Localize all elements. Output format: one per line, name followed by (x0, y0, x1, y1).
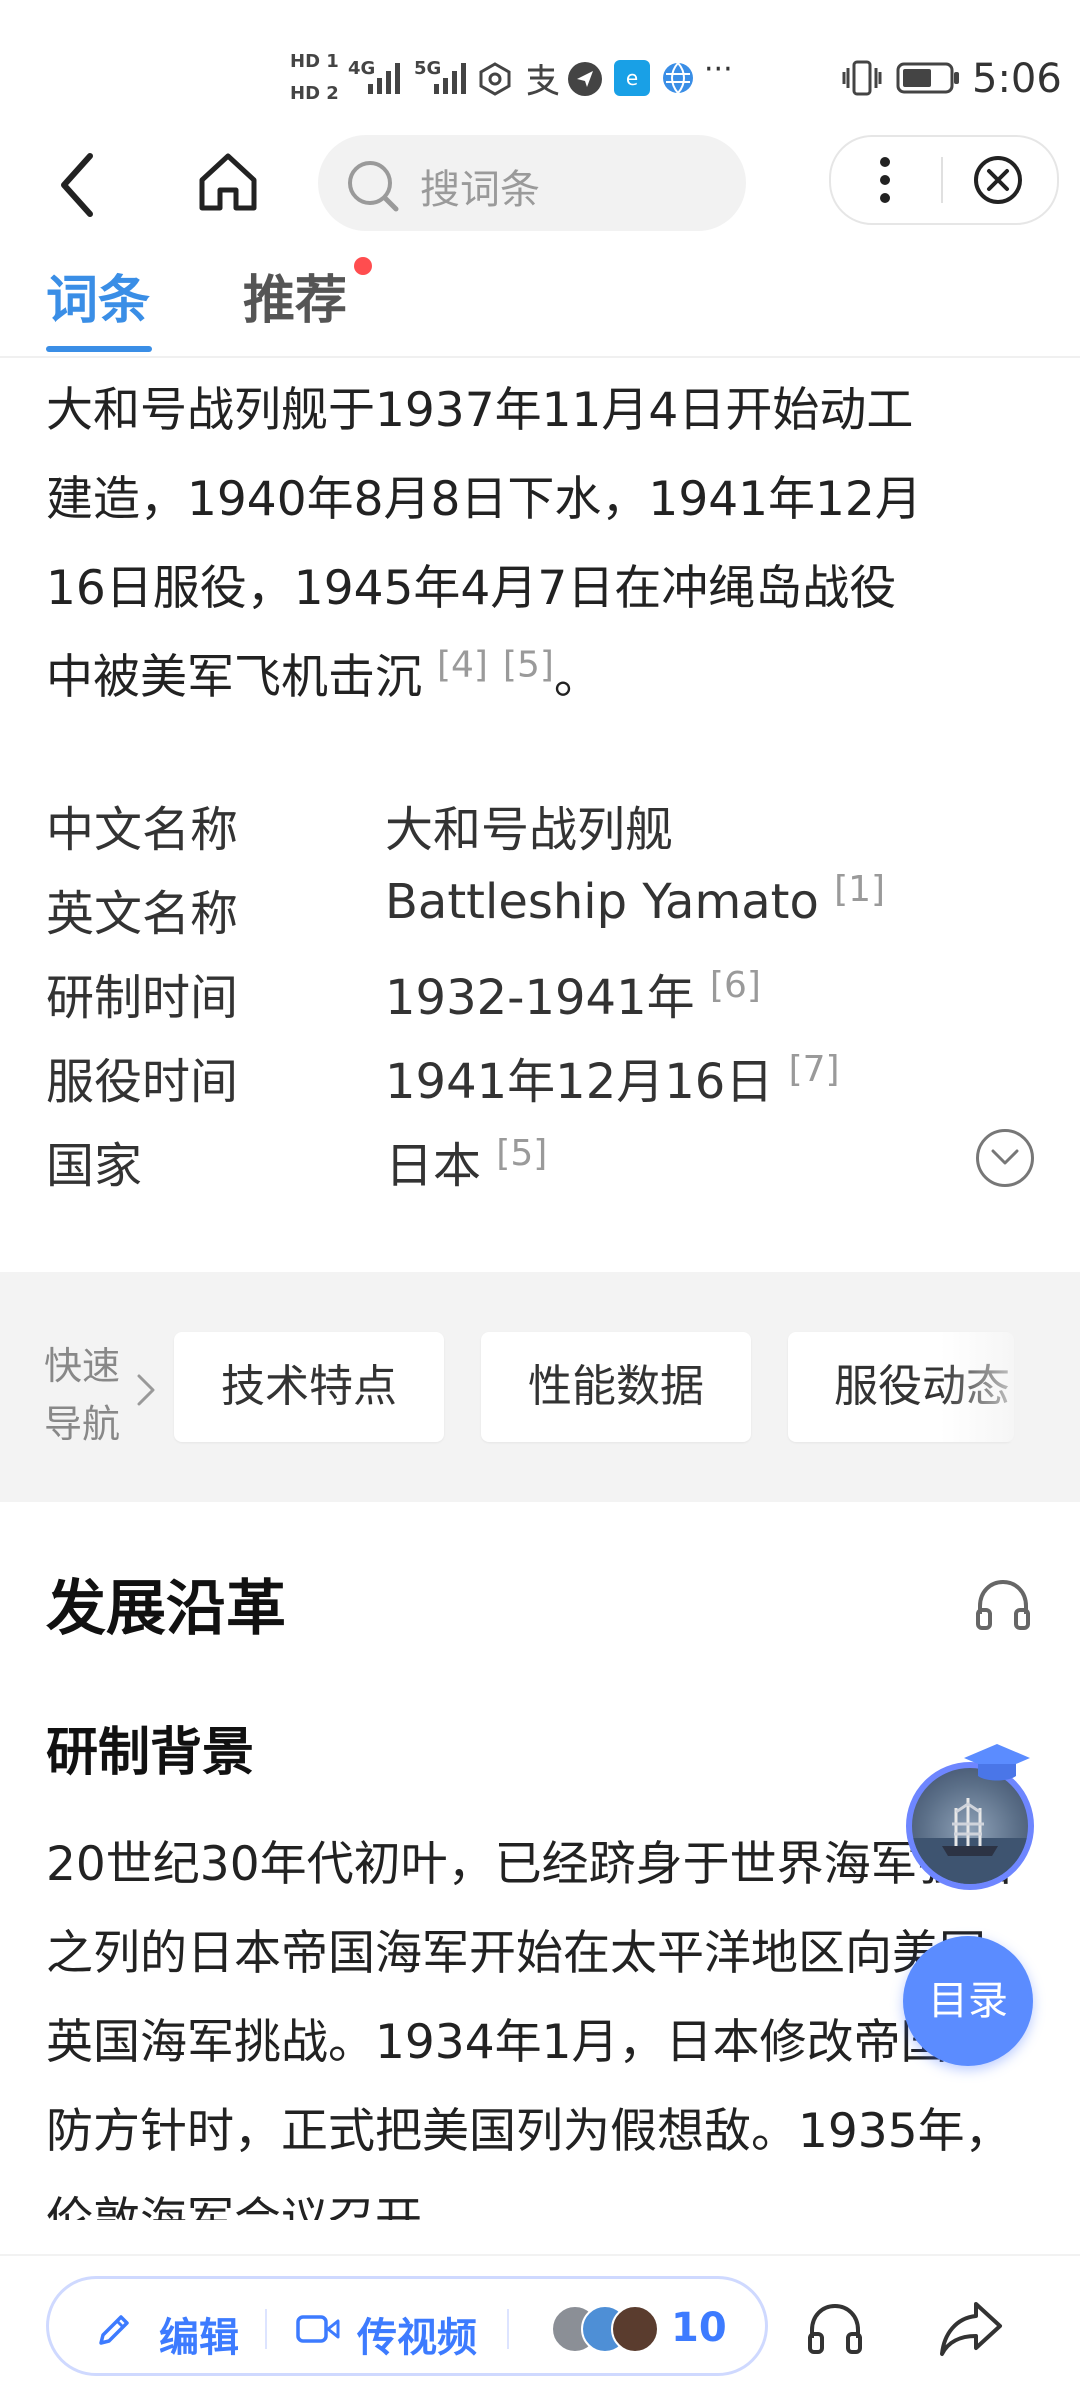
quick-nav-item[interactable]: 技术特点 (174, 1332, 444, 1442)
quick-nav: 快速 导航 技术特点 性能数据 服役动态 (0, 1272, 1080, 1502)
info-value-text: 大和号战列舰 (385, 802, 674, 858)
back-icon[interactable] (52, 150, 102, 220)
camera-icon (479, 62, 511, 96)
sim2-label: HD 2 (290, 83, 339, 104)
quick-nav-label-2: 导航 (44, 1402, 121, 1446)
quick-nav-item[interactable]: 性能数据 (481, 1332, 751, 1442)
search-input[interactable]: 搜词条 (318, 135, 746, 231)
reference-link[interactable]: [5] (503, 644, 554, 685)
bottom-divider (0, 2254, 1080, 2256)
sim1-label: HD 1 (290, 51, 339, 72)
more-icon[interactable] (875, 155, 895, 205)
share-icon[interactable] (938, 2298, 1004, 2358)
chevron-down-icon (991, 1149, 1019, 1165)
capsule-menu (829, 135, 1059, 225)
section-body: 20世纪30年代初叶，已经跻身于世界海军强国之列的日本帝国海军开始在太平洋地区向… (46, 1837, 1033, 2220)
section-subtitle: 研制背景 (46, 1723, 255, 1783)
intro-paragraph: 大和号战列舰于1937年11月4日开始动工 建造，1940年8月8日下水，194… (46, 366, 1036, 722)
info-value-text: 日本 (385, 1138, 482, 1194)
chevron-right-icon (137, 1374, 155, 1406)
edit-button[interactable]: 编辑 (159, 2305, 239, 2363)
bottom-bar: 编辑 传视频 10 (0, 2254, 1080, 2400)
status-time: 5:06 (972, 56, 1062, 102)
reference-link[interactable]: [1] (834, 869, 885, 910)
upload-video-button[interactable]: 传视频 (357, 2305, 477, 2363)
intro-line: 中被美军飞机击沉 [4] [5]。 (46, 633, 1036, 722)
info-label: 研制时间 (46, 970, 239, 1026)
graduation-cap-icon (964, 1744, 1030, 1781)
tab-entry[interactable]: 词条 (46, 258, 150, 333)
tabs-divider (0, 356, 1080, 358)
reference-link[interactable]: [4] (437, 644, 488, 685)
info-label: 英文名称 (46, 886, 239, 942)
headphones-icon[interactable] (972, 1574, 1034, 1636)
contributors-count[interactable]: 10 (671, 2305, 727, 2351)
signal-icon (434, 63, 466, 94)
info-value: 日本 [5] (385, 1126, 547, 1196)
info-value: 1932-1941年 [6] (385, 958, 761, 1028)
svg-text:e: e (626, 66, 638, 90)
status-bar: HD 1 HD 2 4G 5G e ··· 5:06 (0, 0, 1080, 120)
signal-icon (368, 63, 400, 94)
quick-nav-label-1: 快速 (44, 1344, 121, 1388)
info-value-text: Battleship Yamato (385, 874, 819, 930)
action-pill: 编辑 传视频 10 (46, 2276, 768, 2376)
battery-icon (896, 62, 959, 94)
pencil-icon[interactable] (93, 2309, 135, 2351)
info-label: 服役时间 (46, 1054, 239, 1110)
info-value: Battleship Yamato [1] (385, 872, 885, 931)
intro-line: 建造，1940年8月8日下水，1941年12月 (46, 472, 922, 527)
send-icon (568, 62, 602, 96)
close-icon[interactable] (971, 153, 1025, 207)
info-label: 国家 (46, 1138, 143, 1194)
active-tab-indicator (46, 346, 152, 352)
capsule-divider (941, 157, 943, 203)
more-notifications-label: ··· (704, 52, 733, 87)
pill-separator (265, 2309, 267, 2349)
info-value-text: 1941年12月16日 (385, 1054, 774, 1110)
video-icon[interactable] (295, 2309, 341, 2349)
info-value: 1941年12月16日 [7] (385, 1042, 840, 1112)
home-icon[interactable] (196, 150, 260, 214)
search-icon (348, 161, 399, 212)
intro-line: 大和号战列舰于1937年11月4日开始动工 (46, 383, 914, 438)
reference-link[interactable]: [7] (789, 1049, 840, 1090)
end-punct: 。 (553, 650, 601, 705)
reference-link[interactable]: [6] (710, 965, 761, 1006)
notification-dot (354, 257, 372, 275)
alipay-icon (527, 64, 559, 96)
search-placeholder: 搜词条 (420, 167, 540, 213)
expand-info-button[interactable] (976, 1129, 1034, 1187)
headphones-icon[interactable] (804, 2298, 866, 2360)
info-value-text: 1932-1941年 (385, 970, 695, 1026)
browser-icon: e (614, 60, 650, 96)
intro-last-line: 中被美军飞机击沉 (46, 650, 422, 705)
tab-recommend[interactable]: 推荐 (243, 258, 347, 333)
info-label: 中文名称 (46, 802, 239, 858)
ship-image (912, 1798, 1028, 1884)
fade-overlay (940, 1332, 1080, 1442)
globe-icon (663, 62, 693, 95)
info-value: 大和号战列舰 (385, 790, 673, 860)
reference-link[interactable]: [5] (496, 1133, 547, 1174)
vibrate-icon (842, 60, 882, 96)
contributor-avatar[interactable] (611, 2305, 659, 2353)
section-title: 发展沿革 (46, 1574, 286, 1644)
intro-line: 16日服役，1945年4月7日在冲绳岛战役 (46, 561, 897, 616)
pill-separator (507, 2309, 509, 2349)
toc-button[interactable]: 目录 (903, 1936, 1033, 2066)
